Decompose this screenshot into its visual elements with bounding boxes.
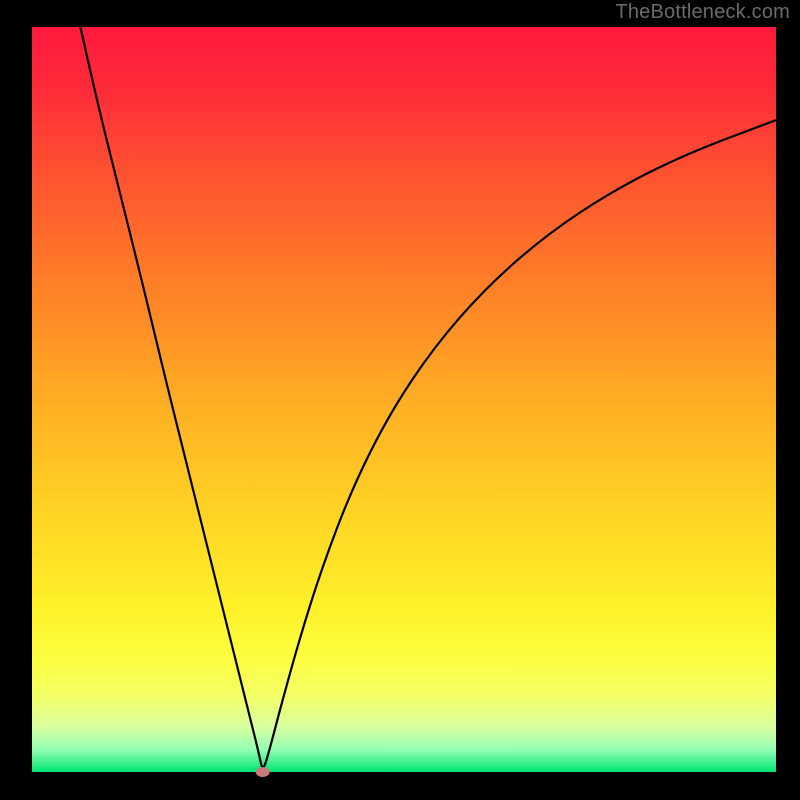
minimum-marker xyxy=(256,767,270,777)
chart-frame: TheBottleneck.com xyxy=(0,0,800,800)
watermark-text: TheBottleneck.com xyxy=(615,1,790,24)
plot-background xyxy=(32,27,776,772)
chart-svg xyxy=(0,0,800,800)
